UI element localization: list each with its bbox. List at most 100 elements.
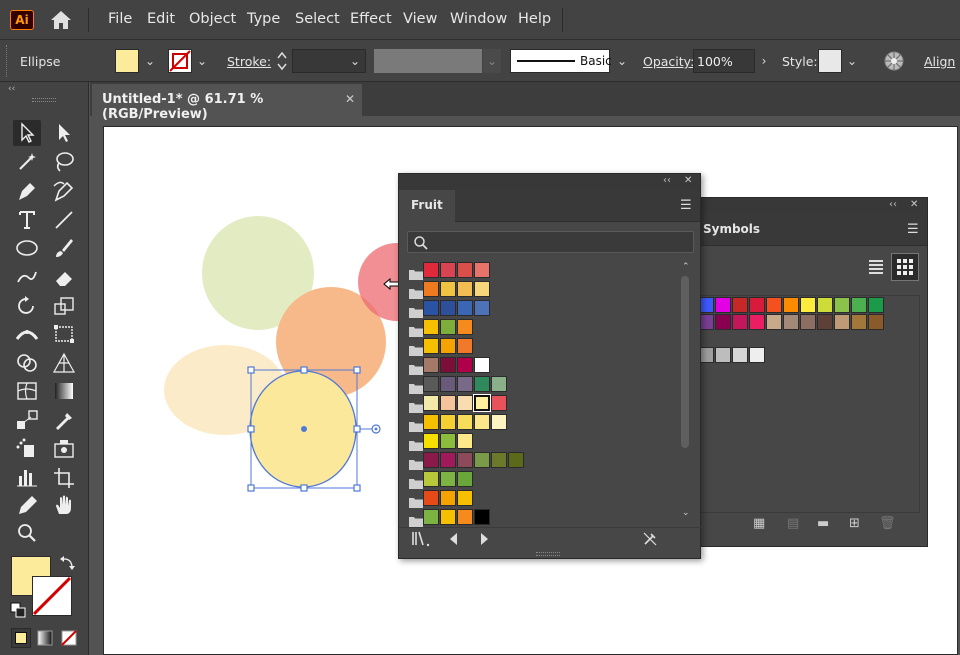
perspective-grid-tool-icon[interactable] — [50, 350, 78, 376]
opacity-chevron-right-icon[interactable]: › — [756, 50, 772, 72]
symbol-swatch[interactable] — [868, 314, 884, 330]
symbol-swatch[interactable] — [732, 297, 748, 313]
menu-select[interactable]: Select — [295, 11, 340, 27]
symbol-swatch[interactable] — [851, 314, 867, 330]
symbol-swatch[interactable] — [766, 297, 782, 313]
swatch[interactable] — [440, 395, 456, 411]
symbol-swatch[interactable] — [766, 314, 782, 330]
opacity-label[interactable]: Opacity: — [643, 54, 694, 69]
swatch[interactable] — [440, 509, 456, 525]
swatch[interactable] — [440, 471, 456, 487]
swatch[interactable] — [474, 509, 490, 525]
symbol-swatch[interactable] — [732, 347, 748, 363]
artboard-tool-icon[interactable] — [50, 464, 78, 490]
folder-icon[interactable] — [409, 360, 423, 375]
close-panel-icon[interactable]: ✕ — [910, 199, 918, 210]
swatch[interactable] — [474, 300, 490, 316]
swatch[interactable] — [423, 414, 439, 430]
symbol-swatch[interactable] — [868, 297, 884, 313]
shaper-tool-icon[interactable] — [13, 264, 41, 290]
toolbar-grip[interactable] — [32, 98, 56, 102]
graphic-style-swatch[interactable] — [818, 49, 842, 73]
stroke-weight-stepper-icon[interactable] — [274, 48, 290, 74]
scrollbar-thumb[interactable] — [681, 276, 689, 448]
variable-width-profile[interactable] — [374, 49, 482, 73]
collapse-toolbar-icon[interactable]: ‹‹ — [8, 84, 15, 94]
swatch[interactable] — [457, 471, 473, 487]
symbols-panel-header[interactable]: ‹‹ ✕ — [691, 198, 927, 214]
trash-icon[interactable]: 🗑 — [879, 516, 896, 531]
swatch[interactable] — [440, 319, 456, 335]
fill-dropdown-chevron-down-icon[interactable]: ⌄ — [142, 50, 158, 72]
width-tool-icon[interactable] — [13, 321, 41, 347]
symbol-swatch[interactable] — [800, 314, 816, 330]
folder-icon[interactable] — [409, 398, 423, 413]
no-library-link-icon[interactable] — [641, 530, 659, 548]
close-panel-icon[interactable]: ✕ — [684, 175, 692, 186]
swatch[interactable] — [474, 452, 490, 468]
home-icon[interactable] — [48, 9, 74, 31]
style-chevron-down-icon[interactable]: ⌄ — [844, 50, 860, 72]
symbol-swatch[interactable] — [817, 297, 833, 313]
swatch[interactable] — [423, 471, 439, 487]
swatch[interactable] — [457, 414, 473, 430]
swatch[interactable] — [423, 281, 439, 297]
folder-icon[interactable] — [409, 303, 423, 318]
swatch[interactable] — [440, 376, 456, 392]
swatch[interactable] — [440, 433, 456, 449]
blend-tool-icon[interactable] — [13, 407, 41, 433]
swatch[interactable] — [491, 452, 507, 468]
swatch[interactable] — [423, 319, 439, 335]
swatch-libraries-icon[interactable] — [411, 530, 433, 548]
recolor-artwork-icon[interactable] — [883, 50, 905, 72]
align-link[interactable]: Align — [924, 54, 955, 69]
folder-icon[interactable] — [409, 455, 423, 470]
swatch[interactable] — [491, 414, 507, 430]
stroke-label[interactable]: Stroke: — [227, 54, 271, 69]
close-tab-icon[interactable]: ✕ — [345, 92, 355, 106]
scale-tool-icon[interactable] — [50, 293, 78, 319]
swatch[interactable] — [474, 357, 490, 373]
stroke-none-swatch[interactable] — [168, 49, 192, 73]
rotate-tool-icon[interactable] — [13, 293, 41, 319]
profile-chevron-down-icon[interactable]: ⌄ — [483, 49, 501, 73]
column-graph-tool-icon[interactable] — [13, 464, 41, 490]
swatch[interactable] — [440, 300, 456, 316]
brush-definition[interactable]: Basic — [510, 49, 612, 73]
swatch[interactable] — [440, 338, 456, 354]
pencil-tool-icon[interactable] — [13, 492, 41, 518]
symbol-swatch[interactable] — [749, 347, 765, 363]
ellipse-tool-icon[interactable] — [13, 235, 41, 261]
free-transform-tool-icon[interactable] — [50, 321, 78, 347]
stroke-weight-chevron-down-icon[interactable]: ⌄ — [347, 50, 363, 72]
pen-tool-icon[interactable] — [13, 178, 41, 204]
symbol-swatch[interactable] — [817, 314, 833, 330]
menu-window[interactable]: Window — [450, 11, 507, 27]
folder-icon[interactable] — [409, 322, 423, 337]
swatch[interactable] — [440, 357, 456, 373]
zoom-tool-icon[interactable] — [13, 520, 41, 546]
swatch[interactable] — [440, 452, 456, 468]
folder-icon[interactable] — [409, 417, 423, 432]
stroke-dropdown-chevron-down-icon[interactable]: ⌄ — [194, 50, 210, 72]
paintbrush-tool-icon[interactable] — [50, 235, 78, 261]
swatch[interactable] — [457, 338, 473, 354]
none-mode-icon[interactable] — [59, 628, 79, 648]
swatch[interactable] — [474, 262, 490, 278]
swatch[interactable] — [423, 357, 439, 373]
scroll-up-icon[interactable]: ⌃ — [682, 262, 690, 272]
list-view-icon[interactable] — [863, 254, 889, 280]
next-library-icon[interactable] — [477, 530, 491, 548]
menu-view[interactable]: View — [403, 11, 437, 27]
symbol-swatch[interactable] — [800, 297, 816, 313]
swatch[interactable] — [423, 262, 439, 278]
swatch[interactable] — [508, 452, 524, 468]
folder-icon[interactable] — [409, 493, 423, 508]
swatch[interactable] — [423, 376, 439, 392]
menu-object[interactable]: Object — [189, 11, 236, 27]
symbol-sprayer-tool-icon[interactable] — [13, 435, 41, 461]
symbol-swatch[interactable] — [715, 297, 731, 313]
eraser-tool-icon[interactable] — [50, 264, 78, 290]
symbol-swatch[interactable] — [783, 314, 799, 330]
swatch[interactable] — [440, 262, 456, 278]
